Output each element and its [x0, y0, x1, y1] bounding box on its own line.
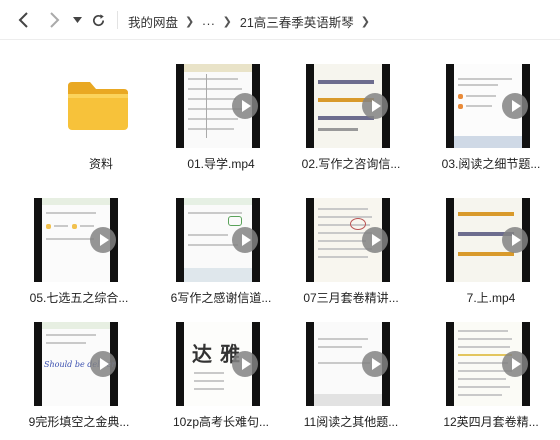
play-icon[interactable]	[362, 227, 388, 253]
video-thumbnail	[446, 198, 530, 282]
play-icon[interactable]	[232, 227, 258, 253]
play-icon[interactable]	[90, 227, 116, 253]
video-thumbnail	[306, 322, 390, 406]
play-icon[interactable]	[502, 227, 528, 253]
breadcrumb-separator-icon: ❯	[222, 15, 232, 28]
refresh-button[interactable]	[88, 10, 108, 30]
play-icon[interactable]	[502, 351, 528, 377]
breadcrumb-ellipsis[interactable]: ...	[202, 14, 215, 28]
file-tile-video[interactable]: 07三月套卷精讲...	[280, 186, 399, 316]
file-name: 12英四月套卷精...	[443, 415, 539, 429]
back-button[interactable]	[14, 10, 34, 30]
file-name: 11阅读之其他题...	[303, 415, 399, 429]
thumb-char-left: 达	[192, 342, 212, 366]
file-name: 03.阅读之细节题...	[441, 157, 541, 171]
play-icon[interactable]	[502, 93, 528, 119]
toolbar: 我的网盘 ❯ ... ❯ 21高三春季英语斯琴 ❯	[0, 0, 560, 40]
file-tile-video[interactable]: 达 雅 10zp高考长难句...	[150, 310, 269, 440]
breadcrumb-separator-icon: ❯	[360, 15, 370, 28]
file-tile-video[interactable]: 7.上.mp4	[420, 186, 532, 316]
chevron-right-icon	[50, 12, 60, 28]
file-tile-video[interactable]: 05.七选五之综合...	[8, 186, 128, 316]
play-icon[interactable]	[232, 93, 258, 119]
caret-down-icon	[72, 17, 82, 23]
breadcrumb-root[interactable]: 我的网盘	[128, 12, 178, 31]
file-name: 01.导学.mp4	[187, 157, 255, 171]
forward-button[interactable]	[44, 10, 64, 30]
video-thumbnail	[34, 198, 118, 282]
toolbar-divider	[117, 11, 118, 29]
file-tile-video[interactable]: 03.阅读之细节题...	[420, 52, 540, 182]
file-tile-folder[interactable]: 资料	[30, 52, 142, 182]
video-thumbnail: 达 雅	[176, 322, 260, 406]
file-grid: 资料 01.导学.mp4 02.写作之咨询信... 03.阅读之细节题... 0…	[0, 40, 560, 437]
chevron-left-icon	[18, 12, 28, 28]
play-icon[interactable]	[232, 351, 258, 377]
refresh-icon	[92, 13, 104, 26]
breadcrumb-current[interactable]: 21高三春季英语斯琴	[240, 12, 354, 31]
file-name: 07三月套卷精讲...	[303, 291, 399, 305]
video-thumbnail	[176, 198, 260, 282]
file-name: 7.上.mp4	[466, 291, 516, 305]
file-tile-video[interactable]: 02.写作之咨询信...	[280, 52, 400, 182]
video-thumbnail: Should be deliver	[34, 322, 118, 406]
folder-icon	[56, 64, 140, 148]
file-tile-video[interactable]: 11阅读之其他题...	[280, 310, 398, 440]
play-icon[interactable]	[362, 93, 388, 119]
file-tile-video[interactable]: 6写作之感谢信道...	[150, 186, 271, 316]
play-icon[interactable]	[90, 351, 116, 377]
file-name: 资料	[88, 157, 113, 171]
file-tile-video[interactable]: Should be deliver 9完形填空之金典...	[8, 310, 129, 440]
video-thumbnail	[306, 64, 390, 148]
file-name: 6写作之感谢信道...	[170, 291, 272, 305]
file-name: 10zp高考长难句...	[172, 415, 270, 429]
breadcrumb: 我的网盘 ❯ ... ❯ 21高三春季英语斯琴 ❯	[128, 12, 378, 30]
play-icon[interactable]	[362, 351, 388, 377]
file-name: 02.写作之咨询信...	[301, 157, 401, 171]
video-thumbnail	[446, 64, 530, 148]
file-tile-video[interactable]: 12英四月套卷精...	[420, 310, 539, 440]
file-tile-video[interactable]: 01.导学.mp4	[150, 52, 262, 182]
file-name: 9完形填空之金典...	[28, 415, 130, 429]
video-thumbnail	[446, 322, 530, 406]
video-thumbnail	[176, 64, 260, 148]
history-dropdown-button[interactable]	[70, 10, 84, 30]
file-name: 05.七选五之综合...	[29, 291, 129, 305]
video-thumbnail	[306, 198, 390, 282]
breadcrumb-separator-icon: ❯	[185, 15, 195, 28]
